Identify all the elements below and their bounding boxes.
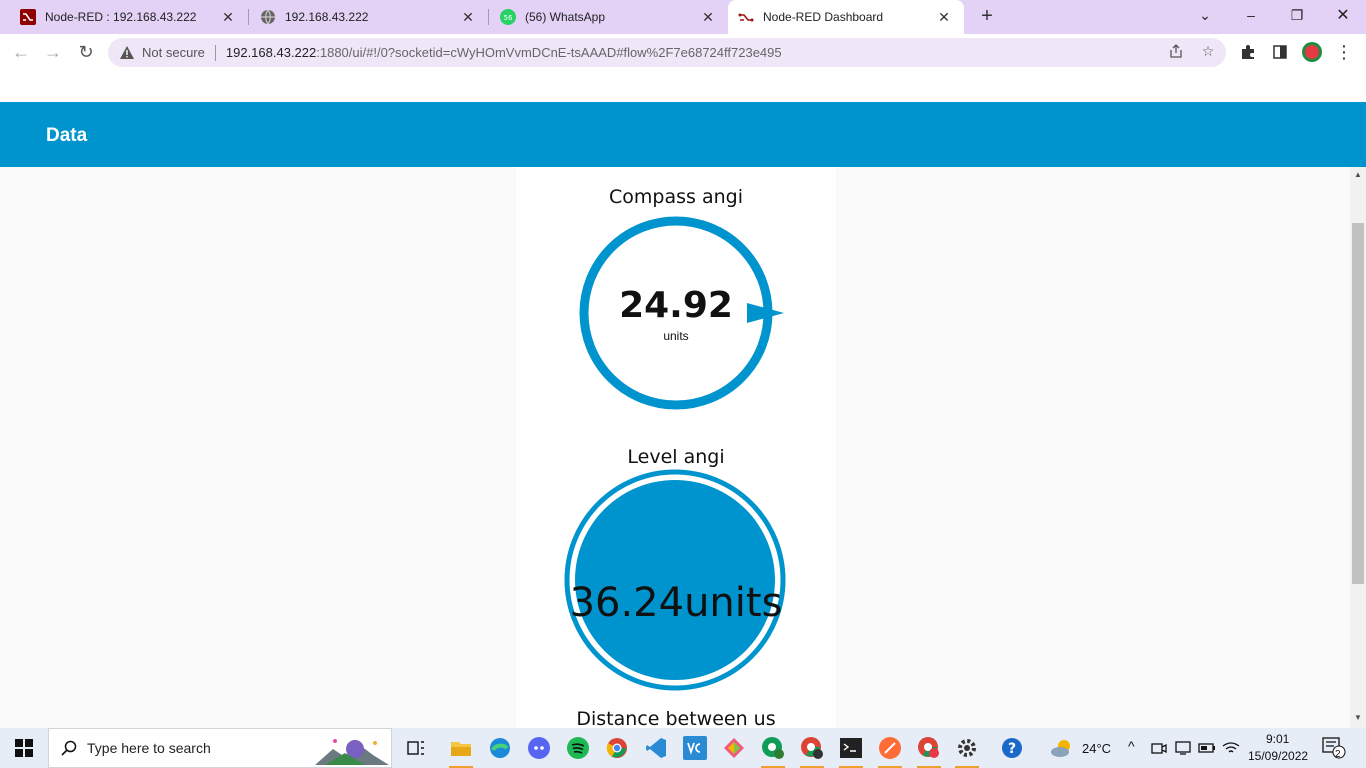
tab-node-red-editor[interactable]: Node-RED : 192.168.43.222 ✕ <box>0 0 248 34</box>
whatsapp-icon: 56 <box>500 9 516 25</box>
wifi-icon[interactable] <box>1222 736 1240 760</box>
help-icon[interactable]: ? <box>1000 736 1024 760</box>
tab-node-red-dashboard[interactable]: Node-RED Dashboard ✕ <box>728 0 964 34</box>
tab-ip-address[interactable]: 192.168.43.222 ✕ <box>248 0 488 34</box>
compass-units: units <box>663 329 689 343</box>
compass-value: 24.92 <box>619 285 733 326</box>
dashboard-header: Data <box>0 102 1366 167</box>
dashboard-group-card: Compass angi 24.92 units Level angi 36.2… <box>516 167 836 728</box>
close-tab-icon[interactable]: ✕ <box>220 9 236 25</box>
extensions-puzzle-icon[interactable] <box>1238 42 1258 62</box>
spotify-icon[interactable] <box>566 736 590 760</box>
globe-icon <box>260 9 276 25</box>
page-content: Data Compass angi 24.92 units Level angi… <box>0 71 1366 728</box>
browser-tab-strip: Node-RED : 192.168.43.222 ✕ 192.168.43.2… <box>0 0 1366 34</box>
taskbar-search-box[interactable]: Type here to search <box>48 728 392 768</box>
windows-taskbar: Type here to search ? 24°C ^ 9:01 15/09/… <box>0 728 1366 768</box>
back-button[interactable]: ← <box>8 39 34 65</box>
security-label[interactable]: Not secure <box>142 45 205 60</box>
url-host: 192.168.43.222 <box>225 45 317 60</box>
close-window-button[interactable]: ✕ <box>1320 0 1366 30</box>
tab-whatsapp[interactable]: 56 (56) WhatsApp ✕ <box>488 0 728 34</box>
level-widget-title: Level angi <box>627 446 725 468</box>
search-highlight-image-icon[interactable] <box>315 735 389 765</box>
scroll-down-arrow-icon[interactable]: ▼ <box>1352 713 1364 725</box>
close-tab-icon[interactable]: ✕ <box>936 9 952 25</box>
scroll-up-arrow-icon[interactable]: ▲ <box>1352 170 1364 182</box>
task-view-icon[interactable] <box>404 736 428 760</box>
node-red-icon <box>20 9 36 25</box>
terminal-icon[interactable] <box>839 736 863 760</box>
discord-icon[interactable] <box>527 736 551 760</box>
tab-title: Node-RED : 192.168.43.222 <box>45 10 197 24</box>
vc-app-icon[interactable] <box>683 736 707 760</box>
clock-time[interactable]: 9:01 <box>1266 732 1289 746</box>
vscode-icon[interactable] <box>644 736 668 760</box>
tab-title: (56) WhatsApp <box>525 10 606 24</box>
omnibox-divider <box>214 44 216 61</box>
chrome-profile-b-icon[interactable] <box>761 736 785 760</box>
address-bar[interactable]: Not secure 192.168.43.222:1880/ui/#!/0?s… <box>108 38 1226 67</box>
file-explorer-icon[interactable] <box>449 736 473 760</box>
new-tab-button[interactable]: + <box>976 6 998 28</box>
page-top-spacer <box>0 71 1366 102</box>
clock-date[interactable]: 15/09/2022 <box>1248 749 1308 763</box>
url-path: :1880/ui/#!/0?socketid=cWyHOmVvmDCnE-tsA… <box>316 45 782 60</box>
whatsapp-unread-badge: 56 <box>504 14 513 22</box>
dashboard-title: Data <box>46 125 88 146</box>
chrome-active-icon[interactable] <box>917 736 941 760</box>
battery-icon[interactable] <box>1198 736 1216 760</box>
restore-button[interactable]: ❐ <box>1274 0 1320 30</box>
distance-widget-title: Distance between us <box>576 708 776 728</box>
tab-title: 192.168.43.222 <box>285 10 369 24</box>
level-value: 36.24units <box>569 580 783 626</box>
search-icon <box>61 740 77 756</box>
chrome-icon[interactable] <box>605 736 629 760</box>
settings-gear-icon[interactable] <box>955 736 979 760</box>
close-tab-icon[interactable]: ✕ <box>460 9 476 25</box>
node-red-icon <box>738 9 754 25</box>
weather-cloud-icon[interactable] <box>1050 736 1074 760</box>
warning-icon[interactable] <box>118 46 136 59</box>
show-hidden-icons-chevron-icon[interactable]: ^ <box>1128 738 1135 754</box>
profile-avatar[interactable] <box>1302 42 1322 62</box>
display-icon[interactable] <box>1174 736 1192 760</box>
close-tab-icon[interactable]: ✕ <box>700 9 716 25</box>
svg-text:?: ? <box>1008 741 1016 757</box>
scrollbar-thumb[interactable] <box>1352 223 1364 584</box>
notification-center-icon[interactable] <box>1322 736 1346 760</box>
tab-search-chevron-icon[interactable]: ⌄ <box>1182 0 1228 30</box>
bookmark-star-icon[interactable]: ☆ <box>1198 41 1218 61</box>
postman-icon[interactable] <box>878 736 902 760</box>
reload-button[interactable]: ↻ <box>73 39 99 65</box>
git-app-icon[interactable] <box>722 736 746 760</box>
edge-browser-icon[interactable] <box>488 736 512 760</box>
windows-start-icon[interactable] <box>12 736 36 760</box>
forward-button[interactable]: → <box>40 39 66 65</box>
side-panel-icon[interactable] <box>1270 42 1290 62</box>
tab-title: Node-RED Dashboard <box>763 10 884 24</box>
notification-count: 2 <box>1335 749 1341 760</box>
compass-widget-title: Compass angi <box>609 186 743 208</box>
minimize-button[interactable]: – <box>1228 0 1274 30</box>
search-placeholder: Type here to search <box>87 740 211 756</box>
more-menu-icon[interactable]: ⋮ <box>1334 42 1354 62</box>
chrome-profile-icon[interactable] <box>800 736 824 760</box>
browser-toolbar: ← → ↻ Not secure 192.168.43.222:1880/ui/… <box>0 34 1366 71</box>
share-icon[interactable] <box>1166 41 1186 61</box>
camera-icon[interactable] <box>1150 736 1168 760</box>
weather-temperature[interactable]: 24°C <box>1082 741 1111 756</box>
